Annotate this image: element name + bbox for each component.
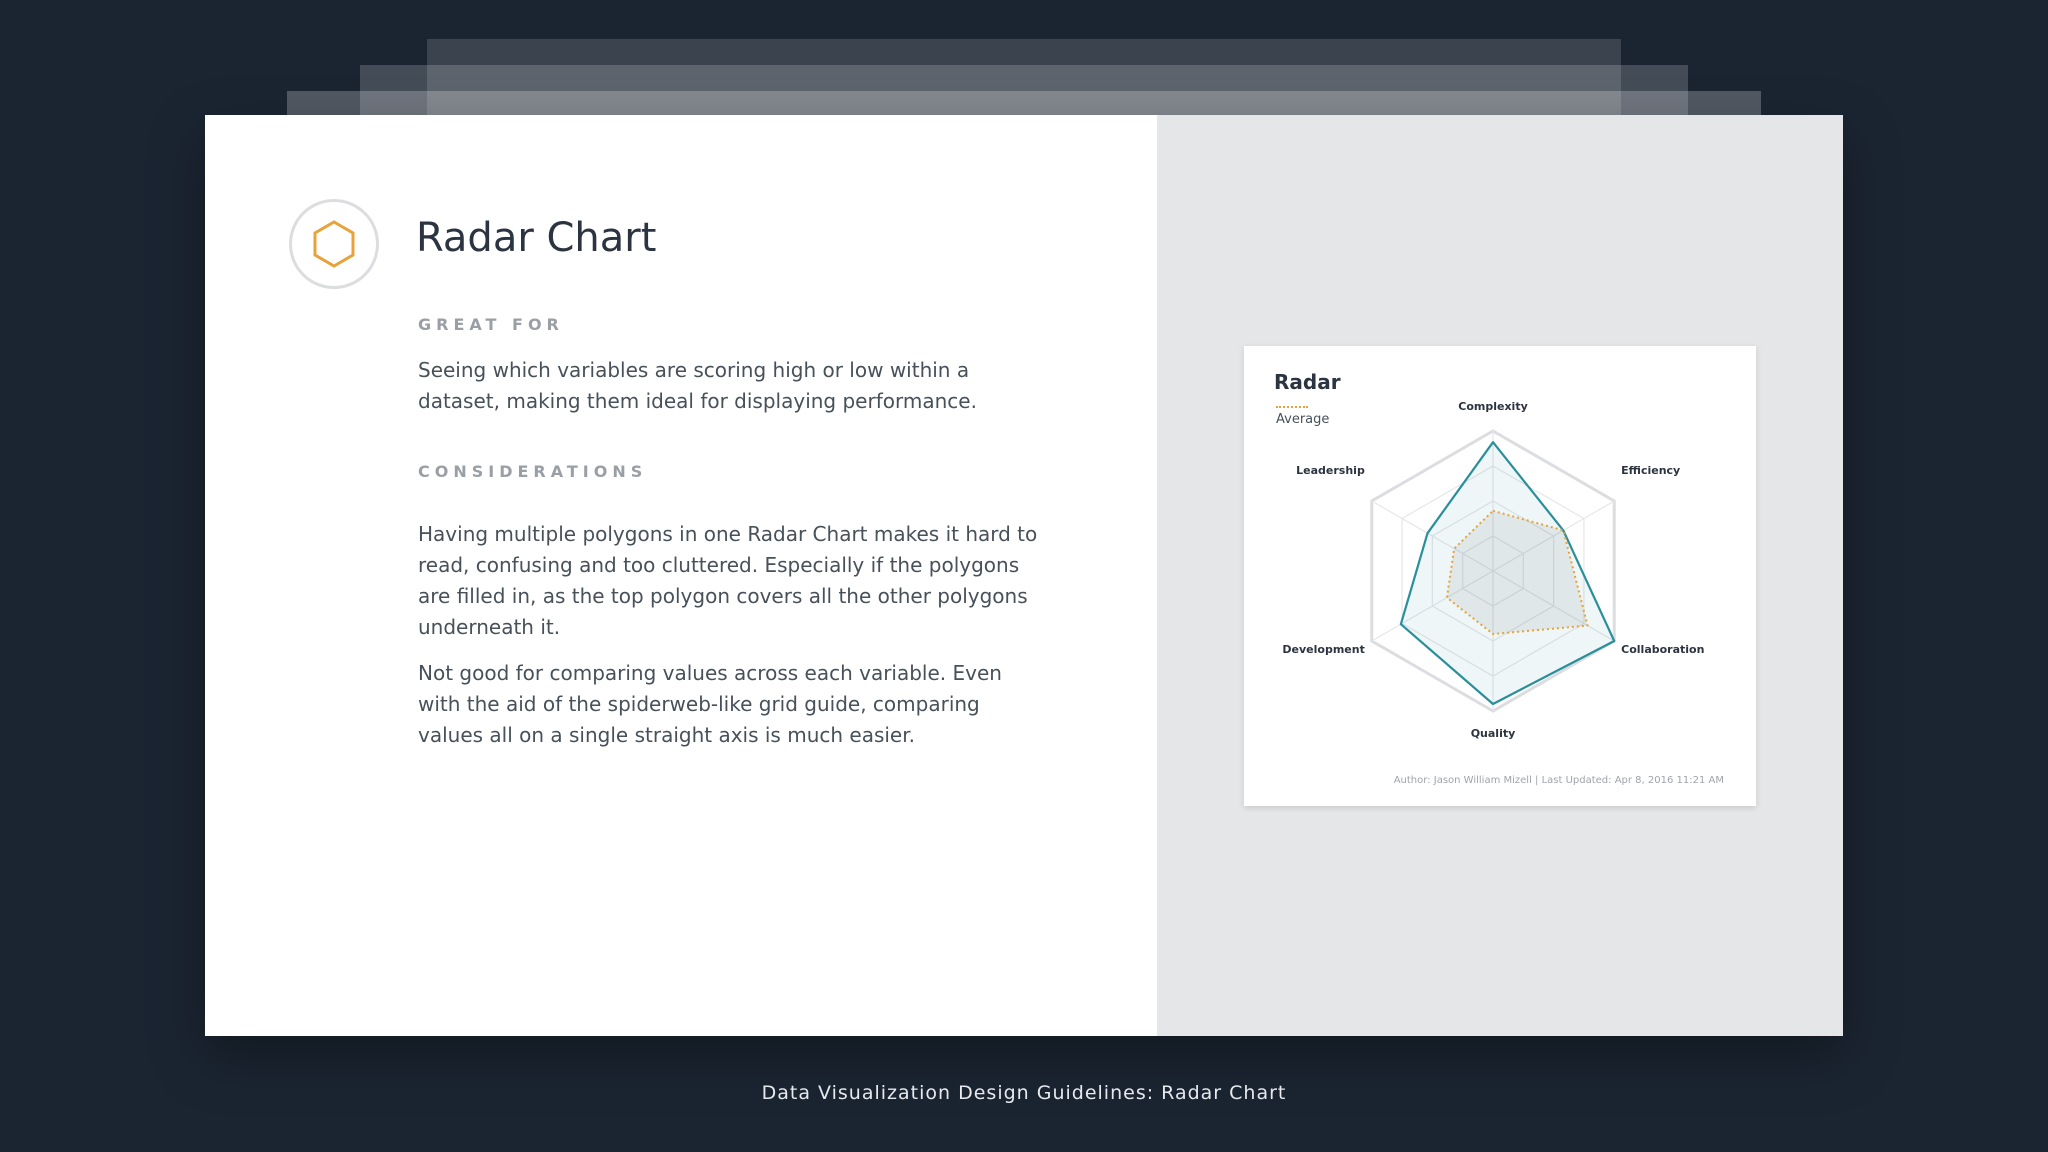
considerations-paragraph: Having multiple polygons in one Radar Ch… bbox=[418, 522, 1038, 639]
page-title: Radar Chart bbox=[416, 215, 657, 261]
radar-axis-label: Leadership bbox=[1296, 464, 1365, 477]
chart-footer: Author: Jason William Mizell | Last Upda… bbox=[1393, 775, 1724, 786]
radar-axis-label: Development bbox=[1282, 643, 1364, 656]
radar-axis-label: Efficiency bbox=[1621, 464, 1680, 477]
legend-label-average: Average bbox=[1276, 412, 1330, 427]
description-pane: Radar Chart GREAT FOR Seeing which varia… bbox=[205, 115, 1157, 1036]
radar-axis-label: Quality bbox=[1471, 727, 1516, 740]
slide-caption: Data Visualization Design Guidelines: Ra… bbox=[761, 1082, 1287, 1104]
chart-type-badge bbox=[289, 199, 379, 289]
radar-axis-label: Complexity bbox=[1458, 400, 1528, 413]
radar-chart-card: Complexity Efficiency Collaboration Quality… bbox=[1244, 346, 1756, 806]
great-for-text: Seeing which variables are scoring high … bbox=[418, 358, 977, 413]
chart-legend: Average bbox=[1276, 406, 1329, 427]
considerations-label: CONSIDERATIONS bbox=[418, 462, 648, 481]
legend-swatch-average bbox=[1276, 406, 1308, 408]
great-for-label: GREAT FOR bbox=[418, 315, 564, 334]
radar-axis-label: Collaboration bbox=[1621, 643, 1704, 656]
chart-title: Radar bbox=[1274, 370, 1341, 394]
considerations-paragraph: Not good for comparing values across eac… bbox=[418, 661, 1002, 747]
hexagon-icon bbox=[313, 220, 355, 268]
stacked-card-front bbox=[287, 91, 1761, 115]
